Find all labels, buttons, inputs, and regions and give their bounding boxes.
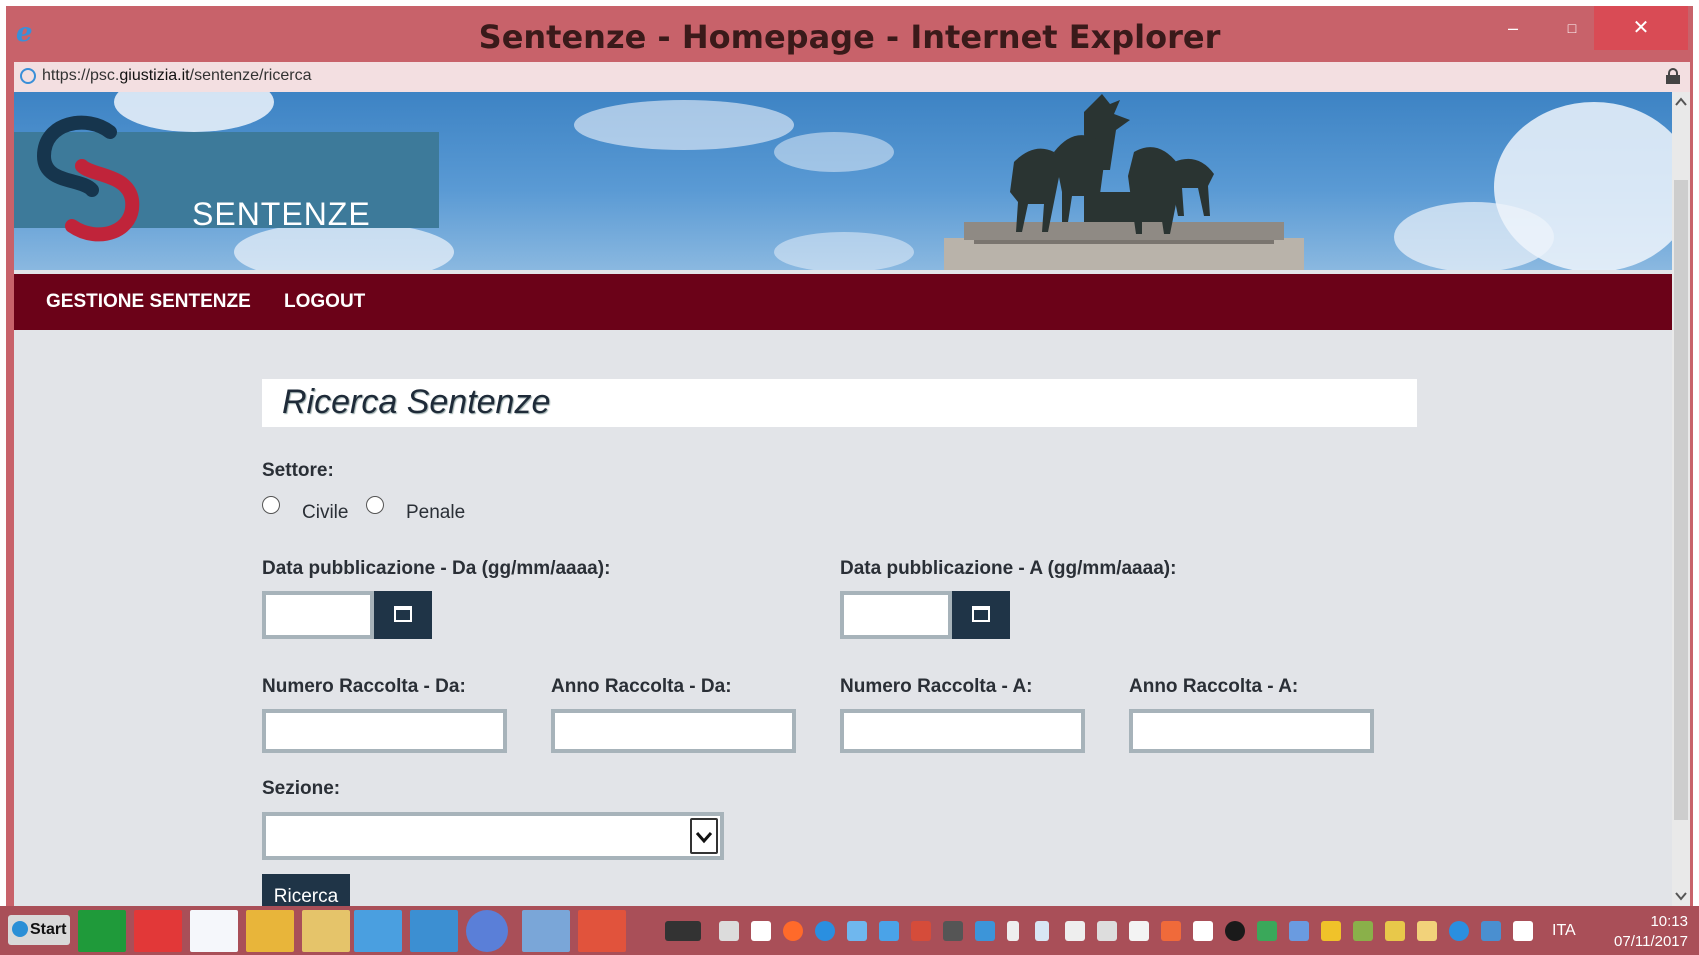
keyboard-icon[interactable] bbox=[665, 921, 701, 941]
system-tray bbox=[665, 916, 1545, 946]
start-label: Start bbox=[30, 921, 67, 938]
taskbar: Start ITA 10:13 07/11/2017 bbox=[0, 906, 1699, 955]
url-path: /sentenze/ricerca bbox=[189, 67, 312, 84]
data-a-label: Data pubblicazione - A (gg/mm/aaaa): bbox=[840, 558, 1177, 579]
window-title: Sentenze - Homepage - Internet Explorer bbox=[478, 18, 1221, 56]
sentenze-logo-icon bbox=[36, 115, 140, 242]
data-da-calendar-button[interactable] bbox=[374, 591, 432, 639]
network-app-icon[interactable] bbox=[134, 910, 182, 952]
outlook-tray-icon[interactable] bbox=[1321, 921, 1341, 941]
browser-window: e Sentenze - Homepage - Internet Explore… bbox=[6, 6, 1693, 906]
data-a-calendar-button[interactable] bbox=[952, 591, 1010, 639]
settore-label: Settore: bbox=[262, 460, 334, 481]
logo-text: SENTENZE bbox=[192, 196, 371, 232]
bluetooth-icon[interactable] bbox=[1035, 921, 1049, 941]
speaker-icon[interactable] bbox=[1161, 921, 1181, 941]
start-orb-icon bbox=[12, 921, 28, 937]
sezione-label: Sezione: bbox=[262, 778, 341, 799]
flag-icon[interactable] bbox=[1513, 921, 1533, 941]
url-text[interactable]: https://psc.giustizia.it/sentenze/ricerc… bbox=[42, 67, 311, 85]
numero-a-input[interactable] bbox=[840, 709, 1085, 753]
numero-da-label: Numero Raccolta - Da: bbox=[262, 676, 466, 697]
main-navbar: GESTIONE SENTENZE LOGOUT bbox=[14, 274, 1672, 330]
page-title: Ricerca Sentenze bbox=[282, 383, 551, 421]
ricerca-button[interactable]: Ricerca bbox=[262, 874, 350, 906]
sheet-icon[interactable] bbox=[1257, 921, 1277, 941]
sezione-select[interactable] bbox=[262, 812, 724, 860]
radio-penale[interactable] bbox=[366, 496, 384, 514]
mail-icon[interactable] bbox=[1417, 921, 1437, 941]
wifi-icon[interactable] bbox=[1481, 921, 1501, 941]
cloud-icon[interactable] bbox=[847, 921, 867, 941]
close-button[interactable]: ✕ bbox=[1594, 6, 1688, 50]
remote-desktop-icon[interactable] bbox=[522, 910, 570, 952]
dropbox-app-icon[interactable] bbox=[190, 910, 238, 952]
search-tray-icon[interactable] bbox=[1449, 921, 1469, 941]
camera-icon[interactable] bbox=[1225, 921, 1245, 941]
address-bar[interactable]: https://psc.giustizia.it/sentenze/ricerc… bbox=[14, 62, 1690, 92]
url-domain: giustizia.it bbox=[119, 67, 190, 84]
cloud-upload-icon[interactable] bbox=[1193, 921, 1213, 941]
lock-icon[interactable] bbox=[1666, 68, 1680, 84]
anno-da-input[interactable] bbox=[551, 709, 796, 753]
upload-icon[interactable] bbox=[783, 921, 803, 941]
store-app-icon[interactable] bbox=[78, 910, 126, 952]
people-app-icon[interactable] bbox=[410, 910, 458, 952]
site-icon bbox=[20, 68, 36, 84]
maximize-button[interactable]: □ bbox=[1545, 6, 1599, 50]
radio-civile[interactable] bbox=[262, 496, 280, 514]
powerpoint-app-icon[interactable] bbox=[578, 910, 626, 952]
battery-icon[interactable] bbox=[1007, 921, 1019, 941]
volume-icon[interactable] bbox=[1065, 921, 1085, 941]
display-icon[interactable] bbox=[1097, 921, 1117, 941]
nav-logout[interactable]: LOGOUT bbox=[284, 274, 365, 330]
start-button[interactable]: Start bbox=[8, 915, 70, 945]
calendar-icon bbox=[972, 606, 990, 622]
nav-gestione-sentenze[interactable]: GESTIONE SENTENZE bbox=[46, 274, 251, 330]
scroll-thumb[interactable] bbox=[1674, 180, 1688, 820]
language-indicator[interactable]: ITA bbox=[1552, 922, 1576, 940]
header-banner: SENTENZE bbox=[14, 92, 1672, 270]
data-da-label: Data pubblicazione - Da (gg/mm/aaaa): bbox=[262, 558, 611, 579]
page-viewport: SENTENZE GESTIONE SENTENZE LOGOUT Ricerc… bbox=[14, 92, 1690, 906]
calendar-icon bbox=[394, 606, 412, 622]
radio-civile-label: Civile bbox=[302, 502, 349, 523]
page-title-box: Ricerca Sentenze bbox=[262, 379, 1417, 427]
settings-tray-icon[interactable] bbox=[1289, 921, 1309, 941]
scroll-down-icon[interactable] bbox=[1672, 886, 1690, 906]
sync-icon[interactable] bbox=[879, 921, 899, 941]
anno-a-label: Anno Raccolta - A: bbox=[1129, 676, 1299, 697]
data-da-input[interactable] bbox=[262, 591, 374, 639]
vertical-scrollbar[interactable] bbox=[1672, 92, 1690, 906]
outlook-app-icon[interactable] bbox=[246, 910, 294, 952]
data-a-input[interactable] bbox=[840, 591, 952, 639]
clock[interactable]: 10:13 07/11/2017 bbox=[1596, 912, 1688, 952]
dropbox-tray-icon[interactable] bbox=[1129, 921, 1149, 941]
file-explorer-icon[interactable] bbox=[302, 910, 350, 952]
layers-icon[interactable] bbox=[1385, 921, 1405, 941]
numero-da-input[interactable] bbox=[262, 709, 507, 753]
quadriga-statue-image bbox=[944, 94, 1304, 270]
internet-explorer-taskbar-icon[interactable] bbox=[354, 910, 402, 952]
clock-time: 10:13 bbox=[1650, 913, 1688, 930]
numero-a-label: Numero Raccolta - A: bbox=[840, 676, 1033, 697]
minimize-button[interactable]: – bbox=[1486, 6, 1540, 50]
monitor-icon[interactable] bbox=[943, 921, 963, 941]
chrome-app-icon[interactable] bbox=[466, 910, 508, 952]
signal-icon[interactable] bbox=[751, 921, 771, 941]
check-icon[interactable] bbox=[1353, 921, 1373, 941]
network-icon[interactable] bbox=[975, 921, 995, 941]
anno-da-label: Anno Raccolta - Da: bbox=[551, 676, 732, 697]
radio-penale-label: Penale bbox=[406, 502, 466, 523]
scroll-up-icon[interactable] bbox=[1672, 92, 1690, 112]
shield-icon[interactable] bbox=[719, 921, 739, 941]
teamviewer-icon[interactable] bbox=[815, 921, 835, 941]
app-tray-icon[interactable] bbox=[911, 921, 931, 941]
title-bar: e Sentenze - Homepage - Internet Explore… bbox=[6, 6, 1693, 62]
anno-a-input[interactable] bbox=[1129, 709, 1374, 753]
url-prefix: https://psc. bbox=[42, 67, 120, 84]
clock-date: 07/11/2017 bbox=[1614, 933, 1688, 950]
chevron-down-icon[interactable] bbox=[690, 818, 718, 854]
